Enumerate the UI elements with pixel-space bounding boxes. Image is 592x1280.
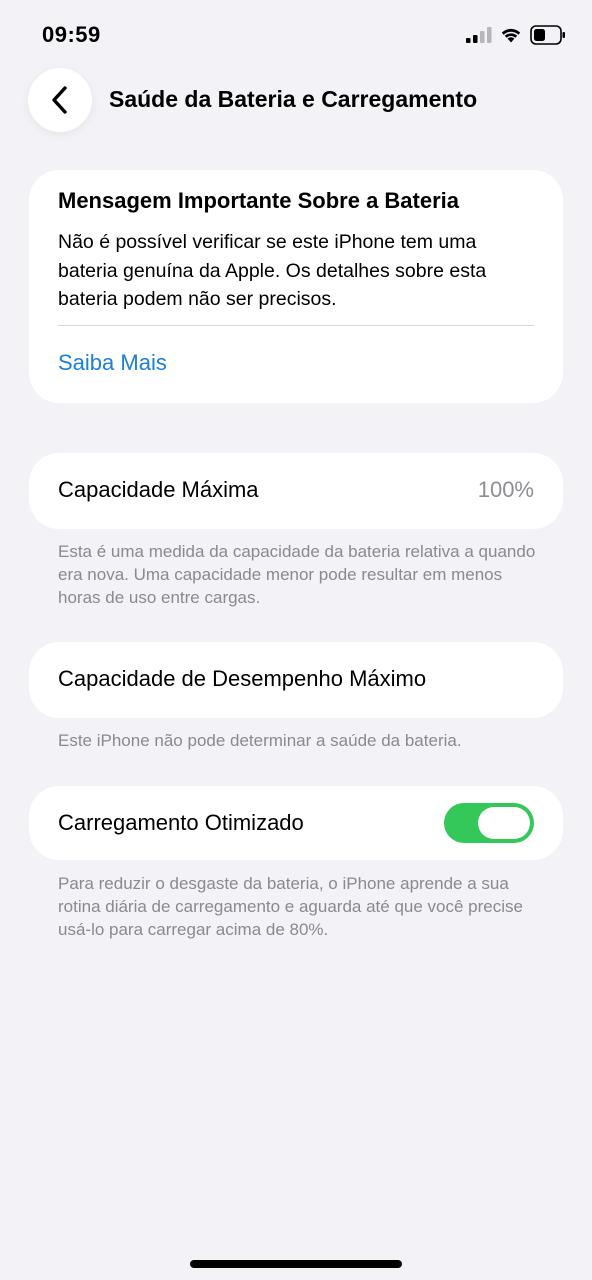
max-capacity-row: Capacidade Máxima 100% <box>29 453 563 529</box>
optimized-charging-toggle[interactable] <box>444 803 534 843</box>
peak-performance-footnote: Este iPhone não pode determinar a saúde … <box>58 731 462 750</box>
optimized-charging-row: Carregamento Otimizado <box>29 786 563 860</box>
peak-performance-row: Capacidade de Desempenho Máximo <box>29 642 563 718</box>
max-capacity-value: 100% <box>477 477 534 502</box>
optimized-charging-label: Carregamento Otimizado <box>58 810 304 835</box>
message-title: Mensagem Importante Sobre a Bateria <box>58 188 460 213</box>
optimized-charging-footnote: Para reduzir o desgaste da bateria, o iP… <box>58 874 523 939</box>
page-title: Saúde da Bateria e Carregamento <box>109 86 478 112</box>
message-body: Não é possível verificar se este iPhone … <box>58 231 487 310</box>
status-bar: 09:59 <box>0 0 592 70</box>
toggle-knob <box>478 807 530 839</box>
max-capacity-label: Capacidade Máxima <box>58 477 259 502</box>
battery-health-screen: 09:59 Saúde da Bateria e Carregamento Me… <box>0 0 592 1280</box>
battery-icon <box>530 25 565 45</box>
peak-performance-label: Capacidade de Desempenho Máximo <box>58 666 427 691</box>
back-button[interactable] <box>28 68 92 132</box>
status-time: 09:59 <box>42 22 101 47</box>
learn-more-link[interactable]: Saiba Mais <box>58 350 167 376</box>
important-message-card: Mensagem Importante Sobre a Bateria Não … <box>29 170 563 403</box>
wifi-icon <box>501 28 521 43</box>
home-indicator[interactable] <box>190 1260 402 1268</box>
chevron-left-icon <box>52 86 67 114</box>
cellular-signal-icon <box>466 27 492 43</box>
max-capacity-footnote: Esta é uma medida da capacidade da bater… <box>58 542 536 607</box>
divider <box>58 325 534 326</box>
